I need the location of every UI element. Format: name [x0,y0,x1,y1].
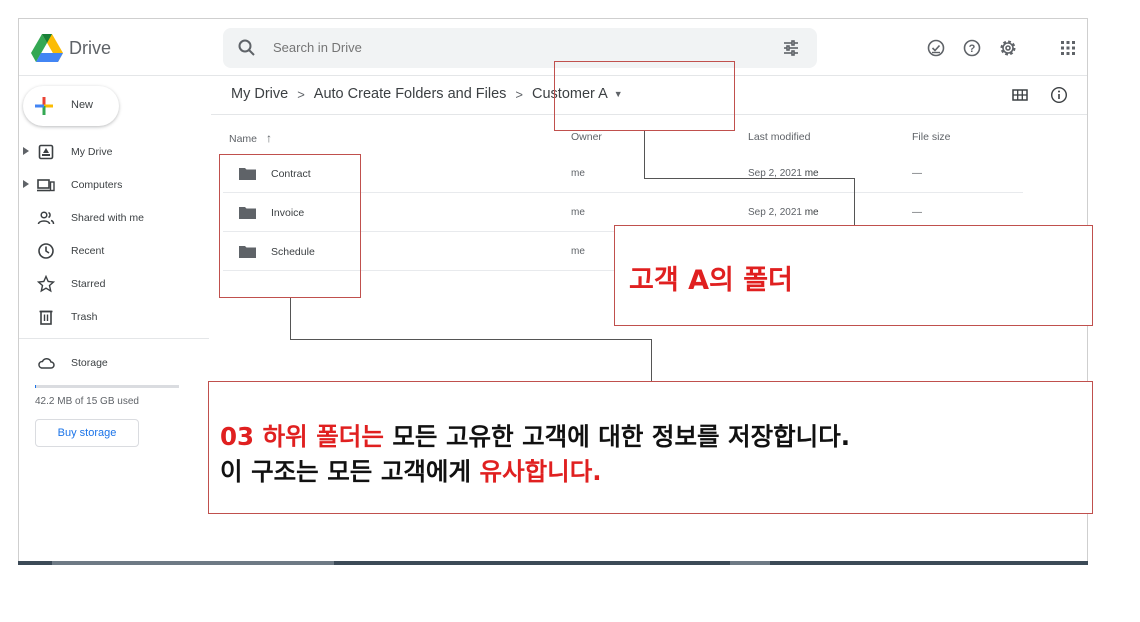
connector-line [290,298,291,340]
connector-line [644,131,645,179]
scrollbar-segment [730,561,770,565]
modified-date: Sep 2, 2021 [748,207,802,218]
recent-icon [38,243,54,259]
plus-icon [35,97,53,115]
column-name-label: Name [229,133,258,145]
connector-line [644,178,855,179]
offline-ready-icon[interactable] [926,38,946,58]
grid-view-icon[interactable] [1011,86,1029,104]
callout-body-text: 모든 고유한 고객에 대한 정보를 저장합니다. [383,422,851,451]
callout-highlight-text: 유사합니다. [479,457,602,486]
connector-line [290,339,651,340]
connector-line [651,339,652,382]
sidebar-item-trash[interactable]: Trash [19,303,209,331]
column-header-owner[interactable]: Owner [571,131,602,143]
callout-customer-folder: 고객 A의 폴더 [614,225,1093,326]
info-icon[interactable] [1050,86,1068,104]
callout-subfolders-line-2: 이 구조는 모든 고객에게 유사합니다. [220,453,602,488]
sidebar-item-recent[interactable]: Recent [19,237,209,265]
trash-icon [39,310,53,325]
shared-icon [37,211,55,225]
buy-storage-button[interactable]: Buy storage [35,419,139,447]
sidebar-item-label: Starred [71,278,106,290]
computers-icon [37,179,55,192]
scrollbar-segment [52,561,334,565]
column-header-last-modified[interactable]: Last modified [748,131,810,143]
breadcrumb-item-my-drive[interactable]: My Drive [231,86,288,102]
cloud-icon [38,357,55,369]
my-drive-icon [38,144,54,160]
file-owner: me [571,168,585,179]
callout-subfolders: 03 하위 폴더는 모든 고유한 고객에 대한 정보를 저장합니다. 이 구조는… [208,381,1093,514]
drive-logo-icon[interactable] [31,34,63,62]
file-modified: Sep 2, 2021 me [748,207,819,218]
sidebar-item-label: My Drive [71,146,113,158]
storage-usage-bar [35,385,179,388]
new-button-label: New [71,99,94,111]
callout-highlight-text: 03 하위 폴더는 [220,422,384,451]
breadcrumb-item-folder[interactable]: Auto Create Folders and Files [314,86,507,102]
file-size: — [912,168,922,179]
file-owner: me [571,207,585,218]
column-header-file-size[interactable]: File size [912,131,951,143]
sidebar-item-starred[interactable]: Starred [19,270,209,298]
settings-icon[interactable] [998,38,1018,58]
storage-used-text: 42.2 MB of 15 GB used [35,396,139,407]
storage-usage-fill [35,385,36,388]
sidebar-item-label: Shared with me [71,212,144,224]
sort-arrow-icon[interactable]: ↑ [266,131,272,145]
sidebar-item-storage[interactable]: Storage [19,349,209,377]
sidebar-item-my-drive[interactable]: My Drive [19,138,209,166]
help-icon[interactable]: ? [962,38,982,58]
window-bottom-bar [18,561,1088,565]
sidebar-item-label: Computers [71,179,123,191]
breadcrumb-separator: > [297,86,305,102]
sidebar-item-label: Recent [71,245,105,257]
storage-label: Storage [71,357,108,369]
breadcrumb-highlight-box [554,61,735,131]
sidebar-item-computers[interactable]: Computers [19,171,209,199]
expand-caret-icon[interactable] [23,147,29,155]
callout-body-text: 이 구조는 모든 고객에게 [220,457,480,486]
breadcrumb-separator: > [515,86,524,102]
sidebar-item-label: Trash [71,311,98,323]
starred-icon [37,275,55,293]
app-name[interactable]: Drive [69,38,111,59]
apps-grid-icon[interactable] [1058,38,1078,58]
file-owner: me [571,246,585,257]
new-button[interactable]: New [23,86,119,126]
modified-by: me [804,207,819,218]
callout-customer-folder-text: 고객 A의 폴더 [629,265,793,296]
expand-caret-icon[interactable] [23,180,29,188]
sidebar-item-shared-with-me[interactable]: Shared with me [19,204,209,232]
callout-subfolders-line-1: 03 하위 폴더는 모든 고유한 고객에 대한 정보를 저장합니다. [220,418,850,453]
svg-text:?: ? [969,43,976,55]
folders-highlight-box [219,154,361,298]
connector-line [854,178,855,226]
file-size: — [912,207,922,218]
column-header-name[interactable]: Name ↑ [229,131,272,145]
search-options-icon[interactable] [781,38,801,58]
search-icon[interactable] [237,38,257,58]
sidebar-divider [19,338,209,339]
